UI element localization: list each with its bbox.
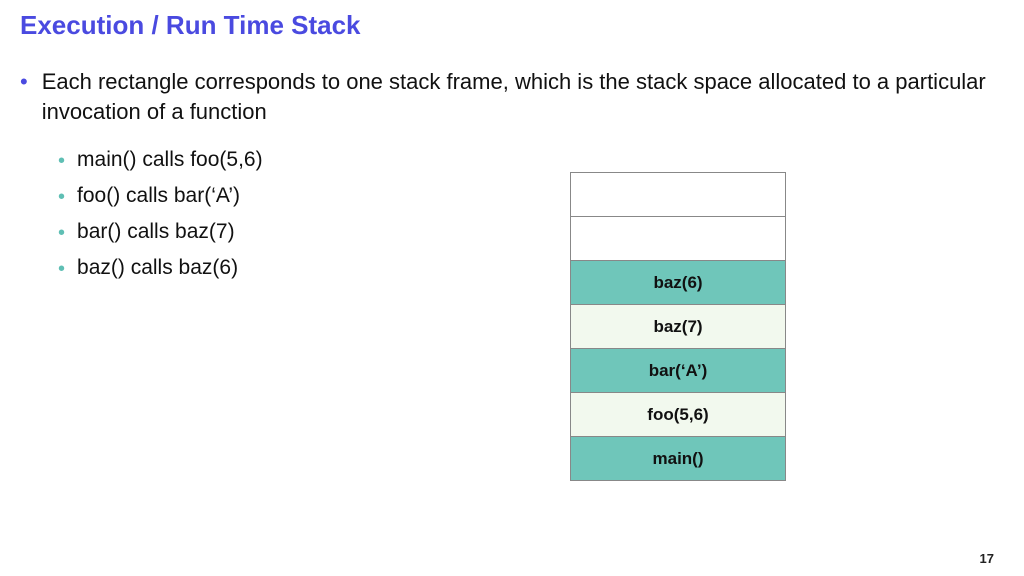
stack-frame-empty [571,216,785,260]
bullet-dot-icon: • [58,184,65,210]
stack-frame-empty [571,172,785,216]
sub-bullet: • bar() calls baz(7) [58,220,1004,246]
sub-bullet: • baz() calls baz(6) [58,256,1004,282]
bullet-dot-icon: • [58,220,65,246]
bullet-dot-icon: • [58,148,65,174]
stack-frame-baz7: baz(7) [571,304,785,348]
sub-bullet-text: foo() calls bar(‘A’) [77,184,240,208]
sub-bullet: • main() calls foo(5,6) [58,148,1004,174]
bullet-dot-icon: • [58,256,65,282]
bullet-dot-icon: • [20,67,28,97]
main-bullet-text: Each rectangle corresponds to one stack … [42,67,1004,126]
stack-frame-baz6: baz(6) [571,260,785,304]
sub-bullet-text: baz() calls baz(6) [77,256,238,280]
stack-diagram: baz(6) baz(7) bar(‘A’) foo(5,6) main() [570,172,786,481]
stack-frame-foo: foo(5,6) [571,392,785,436]
sub-bullet-text: main() calls foo(5,6) [77,148,263,172]
stack-frame-bar: bar(‘A’) [571,348,785,392]
sub-bullet: • foo() calls bar(‘A’) [58,184,1004,210]
page-number: 17 [980,551,994,566]
stack-frame-main: main() [571,436,785,480]
main-bullet: • Each rectangle corresponds to one stac… [20,67,1004,126]
slide-title: Execution / Run Time Stack [20,10,1004,41]
sub-bullet-text: bar() calls baz(7) [77,220,235,244]
sub-bullet-list: • main() calls foo(5,6) • foo() calls ba… [58,148,1004,282]
